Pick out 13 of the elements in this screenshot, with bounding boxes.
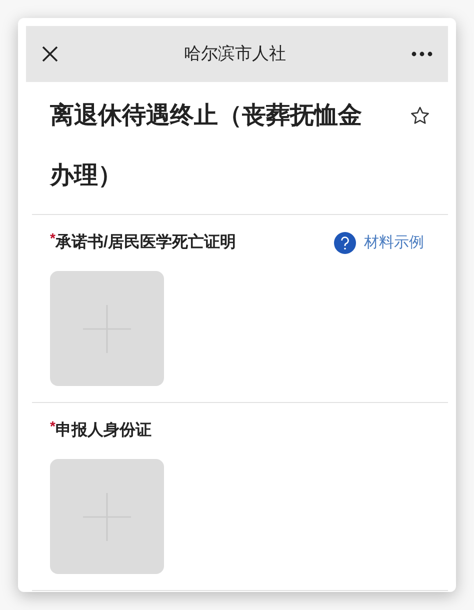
help-icon [334,232,356,254]
required-mark: * [50,419,56,433]
required-mark: * [50,231,56,245]
sample-link[interactable]: 材料示例 [334,232,424,254]
field-label: 承诺书/居民医学死亡证明 [55,232,236,253]
page-title: 办理） [50,161,122,191]
star-icon[interactable] [410,106,430,126]
field-label: 申报人身份证 [55,422,152,441]
page-title: 离退休待遇终止（丧葬抚恤金 [50,101,362,131]
close-icon [41,45,59,63]
header-title: 哈尔滨市人社 [184,43,286,66]
more-icon [411,51,433,57]
close-button[interactable] [40,44,60,64]
